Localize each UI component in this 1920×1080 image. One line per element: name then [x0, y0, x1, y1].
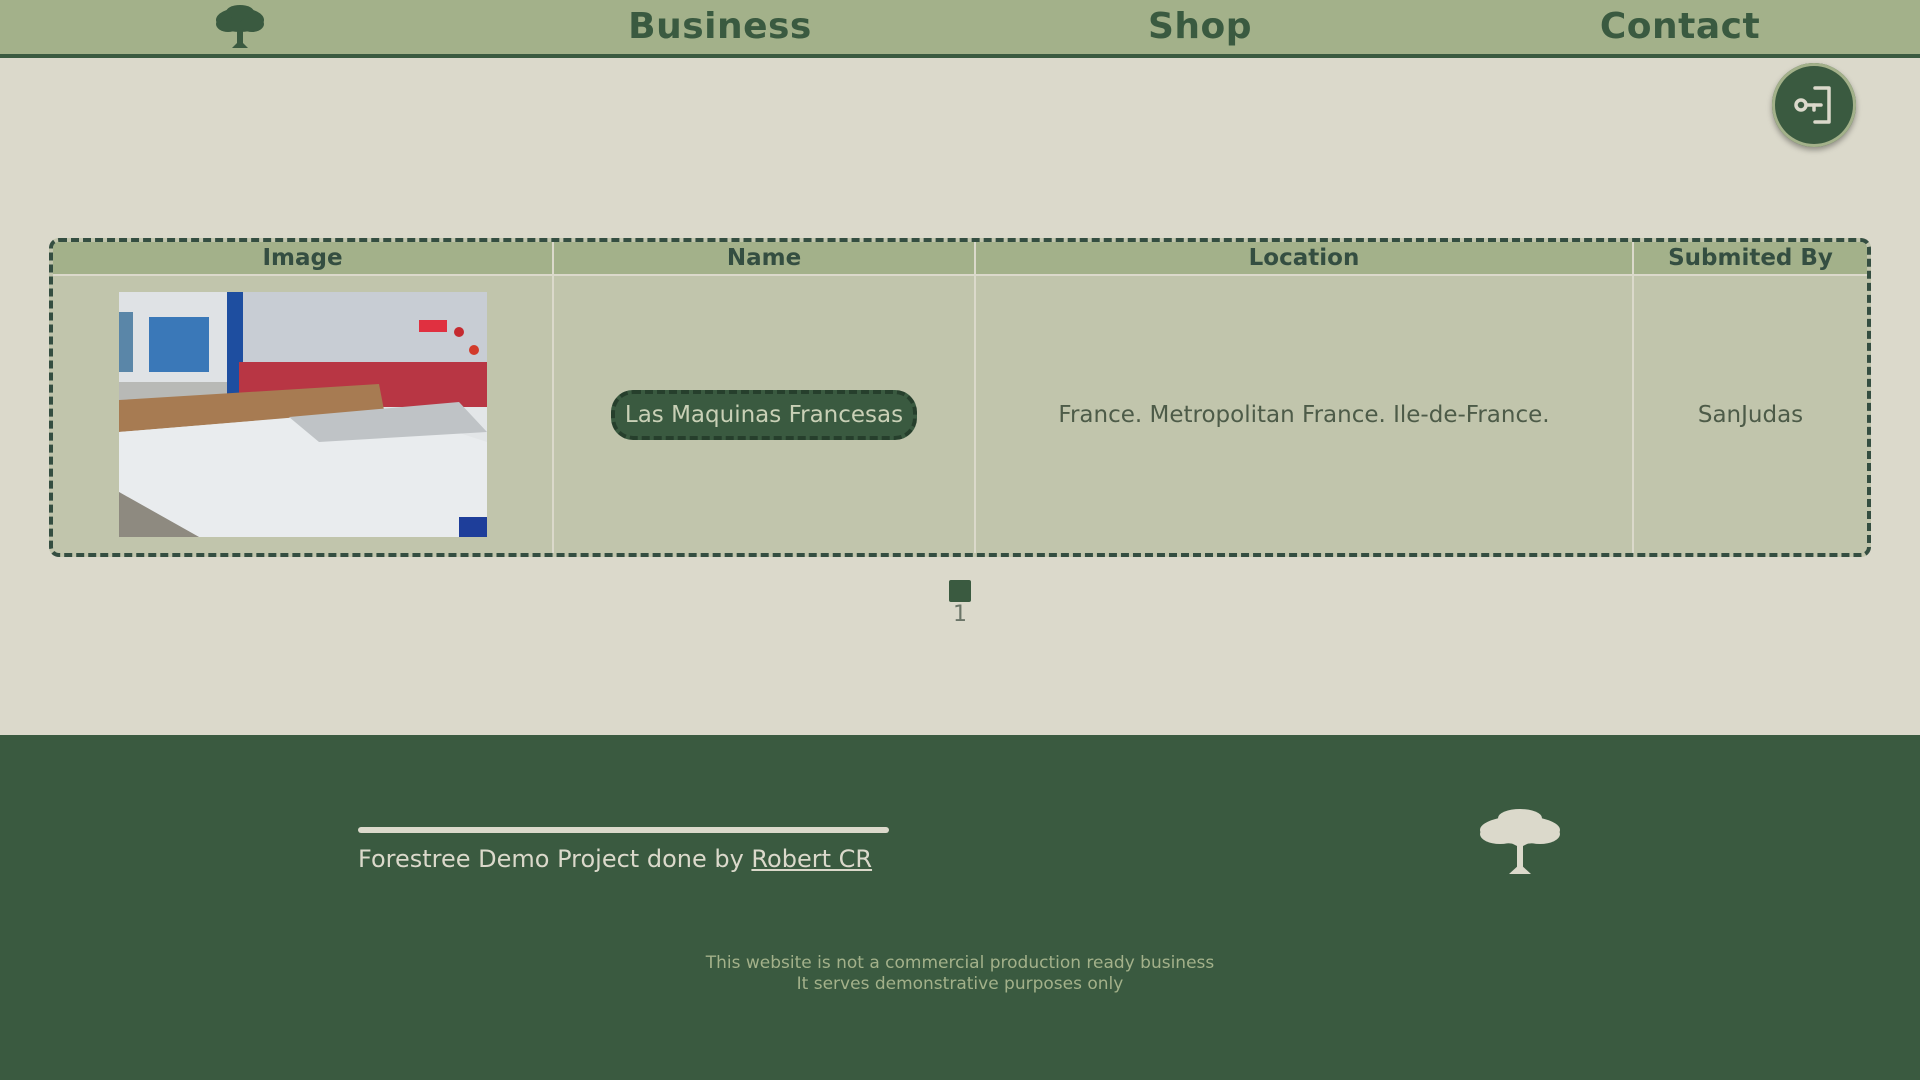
author-link[interactable]: Robert CR: [751, 845, 872, 873]
page-button[interactable]: [949, 580, 971, 602]
header-image[interactable]: Image: [53, 242, 554, 276]
disclaimer-line-2: It serves demonstrative purposes only: [796, 974, 1124, 994]
nav-link-business[interactable]: Business: [570, 4, 870, 50]
name-cell: Las Maquinas Francesas: [553, 275, 976, 553]
footer-divider: [358, 827, 889, 833]
login-key-icon: [1794, 86, 1831, 124]
header-submitted-by[interactable]: Submited By: [1633, 242, 1867, 276]
header-name[interactable]: Name: [553, 242, 976, 276]
submitted-by-cell: SanJudas: [1697, 401, 1804, 428]
tree-icon[interactable]: [210, 4, 270, 50]
login-button[interactable]: [1772, 63, 1856, 147]
nav-link-contact[interactable]: Contact: [1530, 4, 1830, 50]
page-number[interactable]: 1: [940, 602, 980, 627]
footer-credit-text: Forestree Demo Project done by: [358, 845, 752, 873]
disclaimer-line-1: This website is not a commercial product…: [705, 953, 1215, 973]
location-cell: France. Metropolitan France. Ile-de-Fran…: [975, 275, 1634, 553]
machine-photo: [118, 292, 487, 537]
footer: Forestree Demo Project done by Robert CR…: [0, 735, 1920, 1080]
business-table: Image Name Location Submited By Las Maqu…: [49, 238, 1871, 557]
image-cell: [53, 275, 554, 553]
header-location[interactable]: Location: [975, 242, 1634, 276]
tree-icon: [1480, 809, 1560, 874]
footer-credit: Forestree Demo Project done by Robert CR: [358, 845, 872, 873]
business-name-link[interactable]: Las Maquinas Francesas: [610, 389, 918, 440]
table-row: Las Maquinas Francesas France. Metropoli…: [53, 275, 1867, 553]
top-nav: Business Shop Contact: [0, 0, 1920, 58]
nav-link-shop[interactable]: Shop: [1050, 4, 1350, 50]
